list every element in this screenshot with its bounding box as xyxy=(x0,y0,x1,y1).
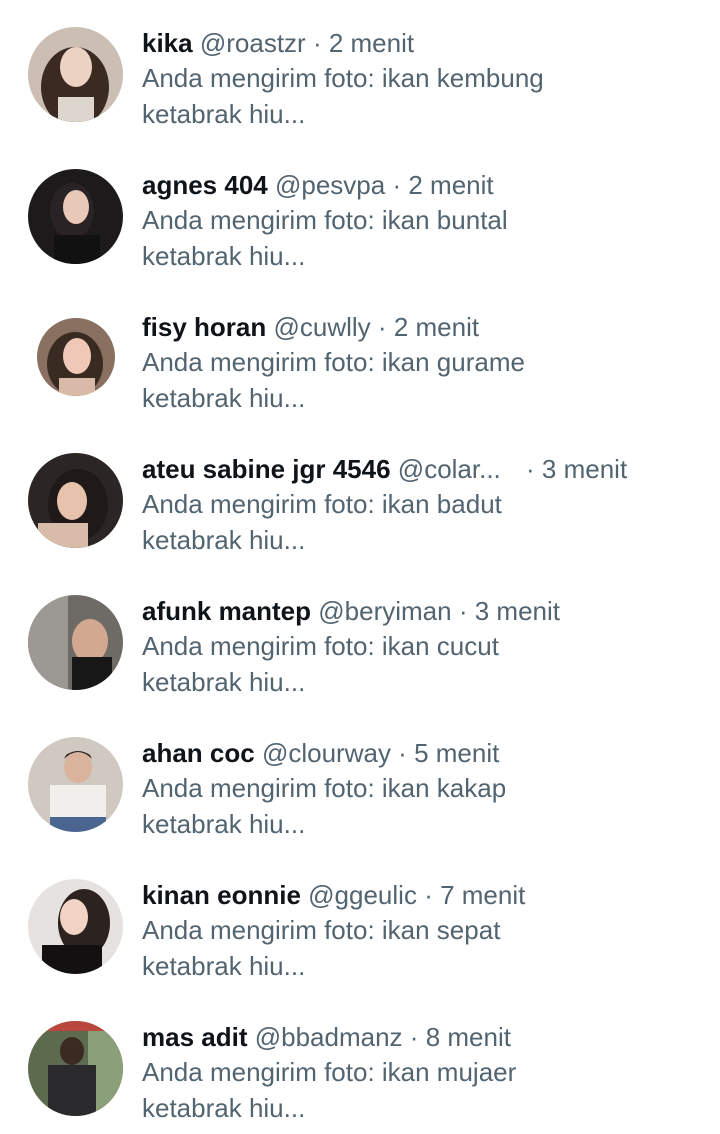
message-preview: Anda mengirim foto: ikan sepat ketabrak … xyxy=(142,912,700,984)
avatar-photo xyxy=(28,879,123,974)
message-preview: Anda mengirim foto: ikan gurame ketabrak… xyxy=(142,344,700,416)
message-preview: Anda mengirim foto: ikan badut ketabrak … xyxy=(142,486,700,558)
message-preview-line: Anda mengirim foto: ikan cucut xyxy=(142,631,499,661)
message-preview-line: ketabrak hiu... xyxy=(142,951,306,981)
avatar-photo xyxy=(28,737,123,832)
conversation-row[interactable]: afunk mantep @beryiman · 3 menit Anda me… xyxy=(0,568,720,710)
message-preview: Anda mengirim foto: ikan buntal ketabrak… xyxy=(142,202,700,274)
conversation-list: kika @roastzr · 2 menit Anda mengirim fo… xyxy=(0,0,720,1134)
message-preview-line: Anda mengirim foto: ikan gurame xyxy=(142,347,525,377)
contact-handle: @colar... xyxy=(397,454,501,484)
conversation-row[interactable]: kinan eonnie @ggeulic · 7 menit Anda men… xyxy=(0,852,720,994)
separator-dot: · xyxy=(398,738,407,768)
contact-name: mas adit xyxy=(142,1022,248,1052)
avatar[interactable] xyxy=(28,595,123,690)
contact-handle: @beryiman xyxy=(318,596,452,626)
avatar[interactable] xyxy=(28,27,123,122)
separator-dot: · xyxy=(409,1022,419,1052)
message-preview-line: Anda mengirim foto: ikan buntal xyxy=(142,205,508,235)
contact-handle: @pesvpa xyxy=(274,170,386,200)
conversation-row[interactable]: mas adit @bbadmanz · 8 menit Anda mengir… xyxy=(0,994,720,1134)
message-preview-line: Anda mengirim foto: ikan badut xyxy=(142,489,502,519)
contact-name: agnes 404 xyxy=(142,170,268,200)
message-preview: Anda mengirim foto: ikan cucut ketabrak … xyxy=(142,628,700,700)
avatar-photo xyxy=(28,1021,123,1116)
contact-handle: @cuwlly xyxy=(273,312,371,342)
avatar-photo xyxy=(37,318,115,396)
message-preview-line: ketabrak hiu... xyxy=(142,99,306,129)
contact-name: ahan coc xyxy=(142,738,255,768)
avatar-photo xyxy=(28,595,123,690)
avatar[interactable] xyxy=(28,737,123,832)
contact-name: kika xyxy=(142,28,193,58)
timestamp: 7 menit xyxy=(440,880,526,910)
contact-handle: @bbadmanz xyxy=(254,1022,403,1052)
avatar[interactable] xyxy=(28,453,123,548)
timestamp: 3 menit xyxy=(541,454,628,484)
avatar-photo xyxy=(28,453,123,548)
conversation-row[interactable]: agnes 404 @pesvpa · 2 menit Anda mengiri… xyxy=(0,142,720,284)
message-preview-line: ketabrak hiu... xyxy=(142,809,306,839)
contact-handle: @ggeulic xyxy=(308,880,417,910)
separator-dot: · xyxy=(377,312,387,342)
conversation-row[interactable]: fisy horan @cuwlly · 2 menit Anda mengir… xyxy=(0,284,720,426)
avatar[interactable] xyxy=(37,318,115,396)
message-preview-line: ketabrak hiu... xyxy=(142,525,306,555)
separator-dot: · xyxy=(526,454,535,484)
timestamp: 2 menit xyxy=(408,170,494,200)
timestamp: 2 menit xyxy=(328,28,415,58)
timestamp: 2 menit xyxy=(393,312,480,342)
avatar-photo xyxy=(28,169,123,264)
separator-dot: · xyxy=(458,596,468,626)
conversation-row[interactable]: kika @roastzr · 2 menit Anda mengirim fo… xyxy=(0,0,720,142)
avatar[interactable] xyxy=(28,1021,123,1116)
message-preview-line: ketabrak hiu... xyxy=(142,667,306,697)
timestamp: 8 menit xyxy=(425,1022,511,1052)
contact-name: kinan eonnie xyxy=(142,880,301,910)
conversation-row[interactable]: ahan coc @clourway · 5 menit Anda mengir… xyxy=(0,710,720,852)
contact-name: fisy horan xyxy=(142,312,267,342)
conversation-row[interactable]: ateu sabine jgr 4546 @colar... · 3 menit… xyxy=(0,426,720,568)
contact-handle: @roastzr xyxy=(199,28,306,58)
separator-dot: · xyxy=(424,880,433,910)
message-preview: Anda mengirim foto: ikan mujaer ketabrak… xyxy=(142,1054,700,1126)
contact-name: ateu sabine jgr 4546 xyxy=(142,454,391,484)
message-preview: Anda mengirim foto: ikan kakap ketabrak … xyxy=(142,770,700,842)
avatar[interactable] xyxy=(28,169,123,264)
separator-dot: · xyxy=(312,28,322,58)
message-preview-line: Anda mengirim foto: ikan mujaer xyxy=(142,1057,517,1087)
separator-dot: · xyxy=(392,170,402,200)
contact-name: afunk mantep xyxy=(142,596,312,626)
message-preview-line: ketabrak hiu... xyxy=(142,241,306,271)
avatar-photo xyxy=(28,27,123,122)
message-preview-line: ketabrak hiu... xyxy=(142,383,306,413)
timestamp: 3 menit xyxy=(474,596,560,626)
message-preview: Anda mengirim foto: ikan kembung ketabra… xyxy=(142,60,700,132)
timestamp: 5 menit xyxy=(414,738,500,768)
message-preview-line: Anda mengirim foto: ikan sepat xyxy=(142,915,501,945)
avatar[interactable] xyxy=(28,879,123,974)
message-preview-line: Anda mengirim foto: ikan kakap xyxy=(142,773,507,803)
contact-handle: @clourway xyxy=(261,738,391,768)
message-preview-line: Anda mengirim foto: ikan kembung xyxy=(142,63,544,93)
message-preview-line: ketabrak hiu... xyxy=(142,1093,306,1123)
